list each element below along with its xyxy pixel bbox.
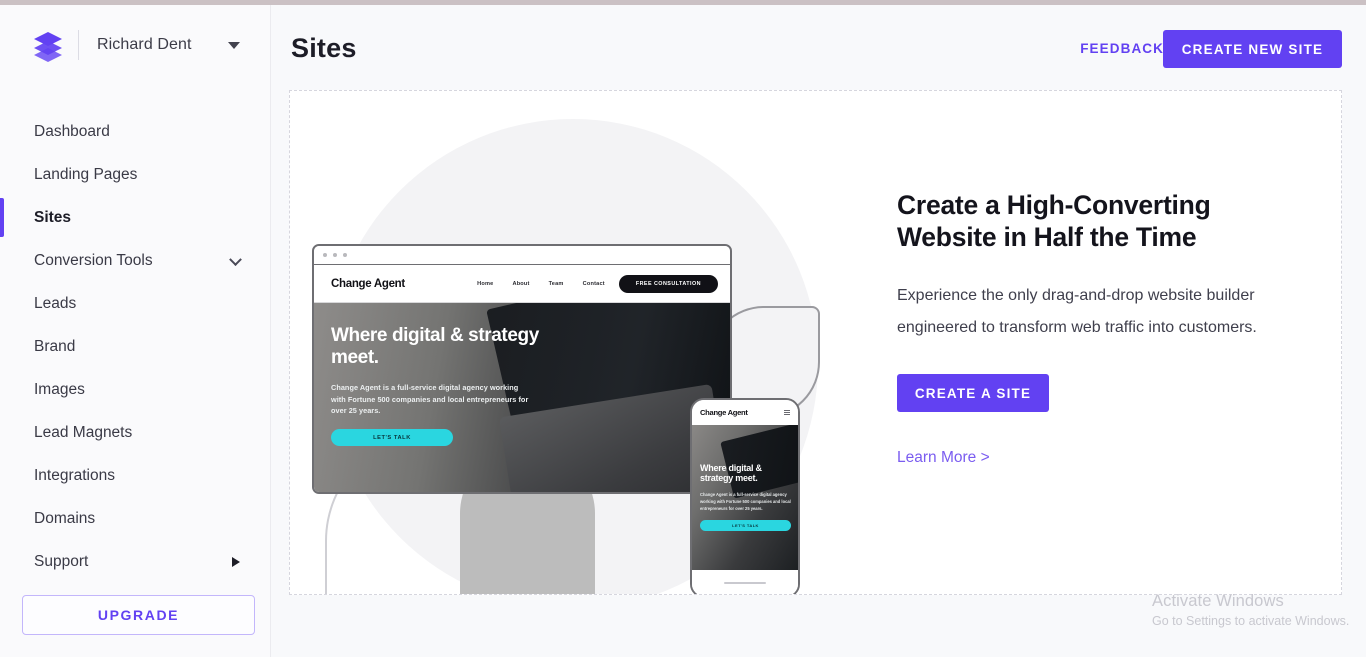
sidebar-item-lead-magnets[interactable]: Lead Magnets [0, 411, 270, 454]
sidebar-item-label: Brand [34, 337, 76, 355]
phone-mockup-body: Change Agent is a full-service digital a… [700, 491, 791, 512]
sidebar-item-label: Support [34, 552, 89, 570]
mockup-nav-link-home: Home [477, 280, 494, 287]
mockup-site-nav: Change Agent Home About Team Contact FRE… [314, 265, 730, 303]
chevron-down-icon[interactable] [229, 252, 242, 266]
promo-heading: Create a High-Converting Website in Half… [897, 190, 1211, 253]
sidebar-item-conversion-tools[interactable]: Conversion Tools [0, 239, 270, 282]
upgrade-button[interactable]: UPGRADE [22, 595, 255, 635]
promo-card: Change Agent Home About Team Contact FRE… [289, 90, 1342, 595]
caret-down-icon[interactable] [227, 41, 240, 49]
phone-mockup-hero: Where digital & strategy meet. Change Ag… [692, 425, 798, 572]
sidebar-item-brand[interactable]: Brand [0, 325, 270, 368]
windows-activation-watermark: Activate Windows Go to Settings to activ… [1152, 592, 1362, 628]
phone-mockup-heading: Where digital & strategy meet. [700, 463, 762, 484]
sidebar-item-domains[interactable]: Domains [0, 497, 270, 540]
phone-mockup-brand: Change Agent [700, 408, 748, 417]
watermark-subtitle: Go to Settings to activate Windows. [1152, 614, 1350, 628]
mockup-browser-chrome [314, 246, 730, 265]
mockup-hero: Where digital & strategy meet. Change Ag… [314, 303, 730, 492]
create-a-site-button[interactable]: CREATE A SITE [897, 374, 1049, 413]
sidebar-item-label: Domains [34, 509, 96, 527]
hamburger-icon [784, 409, 790, 416]
page-title: Sites [291, 33, 357, 63]
window-dot-icon [333, 253, 337, 257]
window-dot-icon [343, 253, 347, 257]
arrow-right-icon[interactable] [232, 556, 240, 567]
phone-home-indicator-area [692, 570, 798, 594]
learn-more-link[interactable]: Learn More > [897, 449, 1297, 467]
sidebar-item-support[interactable]: Support [0, 540, 270, 583]
sidebar-item-label: Landing Pages [34, 165, 138, 183]
mockup-free-consultation-button: FREE CONSULTATION [618, 274, 718, 293]
phone-mockup-lets-talk-button: LET'S TALK [700, 520, 791, 532]
promo-illustration: Change Agent Home About Team Contact FRE… [290, 91, 850, 594]
divider [78, 30, 79, 60]
mockup-nav-link-team: Team [548, 280, 564, 287]
window-dot-icon [323, 253, 327, 257]
sidebar-item-label: Lead Magnets [34, 423, 133, 441]
phone-site-mockup: Change Agent Where digital & strategy me… [690, 398, 800, 594]
sidebar-item-label: Dashboard [34, 122, 110, 140]
mockup-nav-link-contact: Contact [582, 280, 605, 287]
sidebar-item-dashboard[interactable]: Dashboard [0, 110, 270, 153]
sidebar-item-label: Images [34, 380, 85, 398]
mockup-nav-link-about: About [512, 280, 530, 287]
promo-copy: Create a High-Converting Website in Half… [897, 189, 1297, 467]
account-name: Richard Dent [97, 36, 192, 53]
page-header: Sites FEEDBACK CREATE NEW SITE [271, 5, 1366, 88]
sidebar-item-landing-pages[interactable]: Landing Pages [0, 153, 270, 196]
mockup-hero-body: Change Agent is a full-service digital a… [331, 382, 529, 416]
mockup-lets-talk-button: LET'S TALK [331, 429, 453, 447]
sidebar-item-label: Integrations [34, 466, 115, 484]
promo-body: Experience the only drag-and-drop websit… [897, 286, 1257, 337]
sidebar-item-leads[interactable]: Leads [0, 282, 270, 325]
feedback-link[interactable]: FEEDBACK [1080, 41, 1164, 56]
mockup-hero-heading: Where digital & strategy meet. [331, 325, 539, 369]
sidebar: Richard Dent Dashboard Landing Pages Sit… [0, 5, 271, 657]
sidebar-item-integrations[interactable]: Integrations [0, 454, 270, 497]
sidebar-item-sites[interactable]: Sites [0, 196, 270, 239]
sidebar-nav: Dashboard Landing Pages Sites Conversion… [0, 110, 270, 583]
sidebar-item-label: Sites [34, 208, 72, 226]
phone-mockup-nav: Change Agent [692, 400, 798, 425]
account-switcher[interactable]: Richard Dent [0, 5, 270, 85]
phone-home-indicator [724, 581, 766, 585]
create-new-site-button[interactable]: CREATE NEW SITE [1163, 30, 1342, 68]
mockup-nav-links: Home About Team Contact [477, 281, 605, 287]
mockup-brand: Change Agent [331, 277, 405, 290]
sidebar-item-label: Conversion Tools [34, 251, 153, 269]
sidebar-item-images[interactable]: Images [0, 368, 270, 411]
layers-icon [28, 25, 68, 65]
desktop-site-mockup: Change Agent Home About Team Contact FRE… [312, 244, 732, 494]
sidebar-item-label: Leads [34, 294, 77, 312]
